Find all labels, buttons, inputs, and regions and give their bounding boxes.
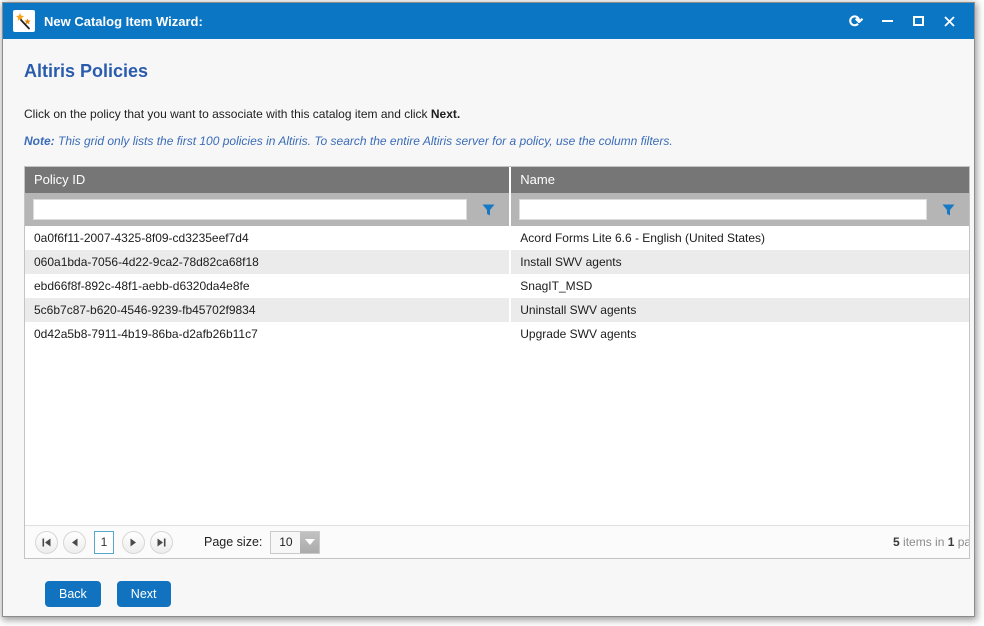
name-cell: SnagIT_MSD xyxy=(509,274,969,298)
titlebar: New Catalog Item Wizard: ⟳ xyxy=(3,3,974,39)
policy-id-filter-cell xyxy=(25,193,509,226)
instruction-text: Click on the policy that you want to ass… xyxy=(24,107,970,121)
name-filter-cell xyxy=(509,193,969,226)
page-size-value: 10 xyxy=(271,532,300,553)
last-page-icon[interactable] xyxy=(150,531,173,554)
table-row[interactable]: 5c6b7c87-b620-4546-9239-fb45702f9834 Uni… xyxy=(25,298,969,322)
current-page-indicator[interactable]: 1 xyxy=(94,531,114,554)
refresh-icon[interactable]: ⟳ xyxy=(841,8,871,34)
grid-header: Policy ID Name xyxy=(25,167,969,193)
policy-id-cell: ebd66f8f-892c-48f1-aebb-d6320da4e8fe xyxy=(25,274,509,298)
wizard-footer: Back Next xyxy=(45,581,970,607)
note-label: Note: xyxy=(24,134,55,148)
name-cell: Uninstall SWV agents xyxy=(509,298,969,322)
filter-icon[interactable] xyxy=(467,193,509,226)
instruction-prefix: Click on the policy that you want to ass… xyxy=(24,107,431,121)
note-text: Note: This grid only lists the first 100… xyxy=(24,134,970,148)
wizard-icon xyxy=(13,10,35,32)
name-filter-input[interactable] xyxy=(519,199,927,220)
table-row[interactable]: ebd66f8f-892c-48f1-aebb-d6320da4e8fe Sna… xyxy=(25,274,969,298)
prev-page-icon[interactable] xyxy=(63,531,86,554)
grid-pager: 1 Page size: 10 5 items in 1 pages xyxy=(25,525,969,558)
page-size-select[interactable]: 10 xyxy=(270,531,320,554)
table-row[interactable]: 0a0f6f11-2007-4325-8f09-cd3235eef7d4 Aco… xyxy=(25,226,969,250)
policies-grid: Policy ID Name 0a0f6f11-20 xyxy=(24,166,970,559)
name-cell: Upgrade SWV agents xyxy=(509,322,969,346)
items-count: 5 xyxy=(893,535,900,549)
column-header-name[interactable]: Name xyxy=(509,167,969,193)
items-count-status: 5 items in 1 pages xyxy=(893,535,969,549)
minimize-icon[interactable] xyxy=(872,8,902,34)
policy-id-cell: 0d42a5b8-7911-4b19-86ba-d2afb26b11c7 xyxy=(25,322,509,346)
grid-filter-row xyxy=(25,193,969,226)
wizard-window: New Catalog Item Wizard: ⟳ Altiris Polic… xyxy=(2,2,975,617)
grid-empty-area xyxy=(25,346,969,525)
policy-id-cell: 0a0f6f11-2007-4325-8f09-cd3235eef7d4 xyxy=(25,226,509,250)
wizard-content: Altiris Policies Click on the policy tha… xyxy=(3,39,974,616)
table-row[interactable]: 0d42a5b8-7911-4b19-86ba-d2afb26b11c7 Upg… xyxy=(25,322,969,346)
table-row[interactable]: 060a1bda-7056-4d22-9ca2-78d82ca68f18 Ins… xyxy=(25,250,969,274)
column-header-policy-id[interactable]: Policy ID xyxy=(25,167,509,193)
filter-icon[interactable] xyxy=(927,193,969,226)
items-text: items in xyxy=(900,535,948,549)
name-cell: Install SWV agents xyxy=(509,250,969,274)
policy-id-filter-input[interactable] xyxy=(33,199,467,220)
close-icon[interactable] xyxy=(934,8,964,34)
window-title: New Catalog Item Wizard: xyxy=(44,14,203,29)
page-title: Altiris Policies xyxy=(24,61,970,82)
note-body: This grid only lists the first 100 polic… xyxy=(55,134,673,148)
chevron-down-icon[interactable] xyxy=(300,532,319,553)
next-button[interactable]: Next xyxy=(117,581,171,607)
policy-id-cell: 5c6b7c87-b620-4546-9239-fb45702f9834 xyxy=(25,298,509,322)
instruction-bold: Next. xyxy=(431,107,460,121)
page-size-label: Page size: xyxy=(204,535,262,549)
name-cell: Acord Forms Lite 6.6 - English (United S… xyxy=(509,226,969,250)
back-button[interactable]: Back xyxy=(45,581,101,607)
next-page-icon[interactable] xyxy=(122,531,145,554)
first-page-icon[interactable] xyxy=(35,531,58,554)
pages-text: pages xyxy=(954,535,969,549)
policy-id-cell: 060a1bda-7056-4d22-9ca2-78d82ca68f18 xyxy=(25,250,509,274)
maximize-icon[interactable] xyxy=(903,8,933,34)
window-controls: ⟳ xyxy=(840,8,964,34)
